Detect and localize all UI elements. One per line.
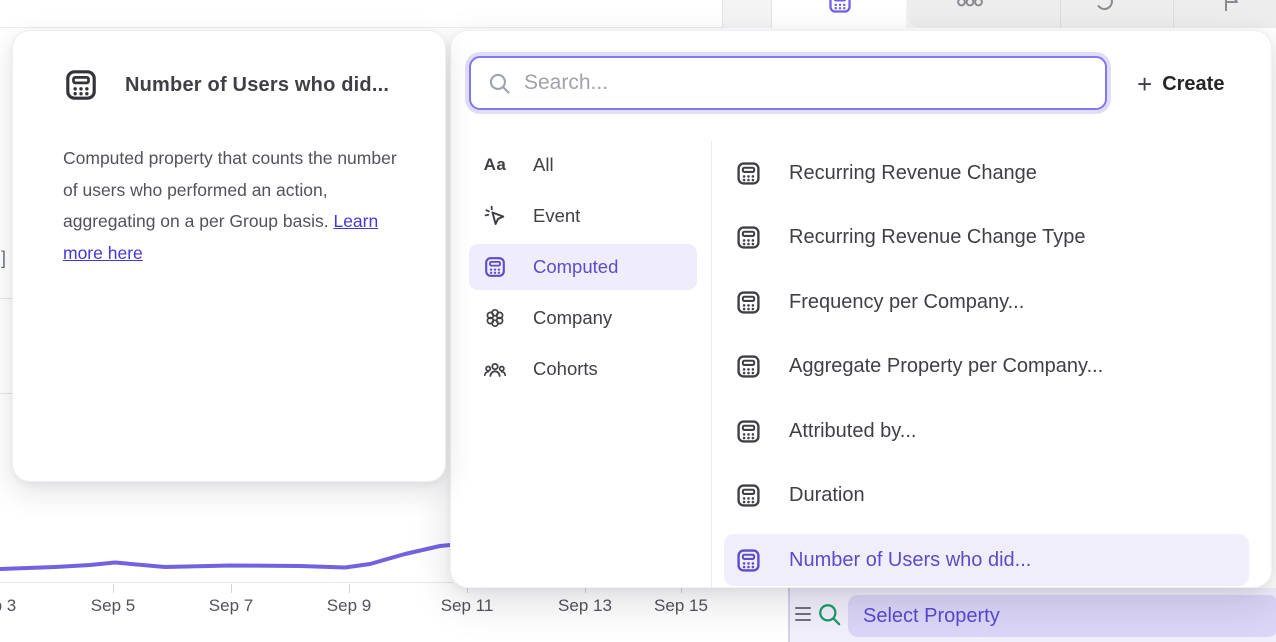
category-cohorts[interactable]: Cohorts [469,346,697,392]
x-axis-tick [113,584,114,593]
search-icon [487,71,512,96]
report-type-tab-bar [722,0,1276,28]
x-axis-label: Sep 13 [558,596,612,616]
report-header-strip [0,0,722,28]
select-property-label: Select Property [863,605,1000,628]
divider [0,298,12,299]
x-axis-label: Sep 11 [441,596,494,616]
card-title: Number of Users who did... [125,74,389,97]
property-list-item[interactable]: Duration [724,464,1249,529]
clipped-text-fragment: ] [1,248,6,269]
create-button[interactable]: + Create [1137,67,1224,101]
card-description: Computed property that counts the number… [13,103,445,269]
loop-icon[interactable] [1092,0,1118,15]
property-description-card: Number of Users who did... Computed prop… [12,30,446,482]
x-axis-label: Sep 15 [654,596,708,616]
x-axis-label: Sep 5 [91,596,135,616]
property-list-item[interactable]: Recurring Revenue Change [724,141,1249,206]
calculator-icon [735,418,762,445]
calculator-icon [63,67,99,103]
property-label: Attributed by... [789,420,916,443]
x-axis-label: Sep 9 [327,596,371,616]
category-company[interactable]: Company [469,295,697,341]
calculator-icon [735,482,762,509]
category-computed[interactable]: Computed [469,244,697,290]
dots-icon[interactable] [957,0,983,15]
calculator-icon [735,547,762,574]
tab-computed-report[interactable] [772,0,906,28]
x-axis-label: Sep 7 [209,596,253,616]
company-icon [483,306,507,330]
x-axis-tick [349,584,350,593]
divider [788,588,790,642]
search-icon [816,601,843,628]
create-button-label: Create [1162,73,1224,96]
plus-icon: + [1137,71,1152,97]
property-label: Number of Users who did... [789,549,1031,572]
divider [0,393,12,394]
property-label: Duration [789,484,865,507]
category-event[interactable]: Event [469,193,697,239]
select-property-field[interactable]: Select Property [848,595,1276,637]
property-label: Aggregate Property per Company... [789,355,1103,378]
app-screen: ] Sep 3 Sep 5 Sep 7 Sep 9 Sep 11 Sep 13 Sep 15… [0,0,1276,642]
property-list-item[interactable]: Number of Users who did... [724,534,1249,586]
divider [711,141,712,587]
tab-separator [1060,0,1061,28]
text-format-icon: Aa [483,153,507,177]
cohorts-icon [483,357,507,381]
property-picker-dropdown: + Create Aa All Event Computed Company C… [450,30,1272,588]
x-axis-line [0,582,452,583]
cursor-click-icon [483,204,507,228]
category-list: Aa All Event Computed Company Cohorts [469,142,697,397]
tab-separator [722,0,723,28]
search-input[interactable] [524,71,1089,95]
calculator-icon [483,255,507,279]
property-list-item[interactable]: Recurring Revenue Change Type [724,206,1249,271]
calculator-icon [827,0,853,15]
property-list-item[interactable]: Aggregate Property per Company... [724,335,1249,400]
flag-icon[interactable] [1219,0,1245,15]
drag-handle-icon[interactable] [795,607,811,621]
calculator-icon [735,224,762,251]
property-label: Recurring Revenue Change Type [789,226,1085,249]
property-label: Recurring Revenue Change [789,162,1037,185]
card-header: Number of Users who did... [13,31,445,103]
x-axis-tick [231,584,232,593]
property-list-item[interactable]: Attributed by... [724,399,1249,464]
x-axis-label: Sep 3 [0,596,16,616]
category-all[interactable]: Aa All [469,142,697,188]
calculator-icon [735,289,762,316]
search-box[interactable] [469,56,1107,110]
property-list-item[interactable]: Frequency per Company... [724,270,1249,335]
property-label: Frequency per Company... [789,291,1024,314]
calculator-icon [735,353,762,380]
tab-separator [1173,0,1174,28]
property-list: Recurring Revenue Change Recurring Reven… [724,141,1249,586]
calculator-icon [735,160,762,187]
